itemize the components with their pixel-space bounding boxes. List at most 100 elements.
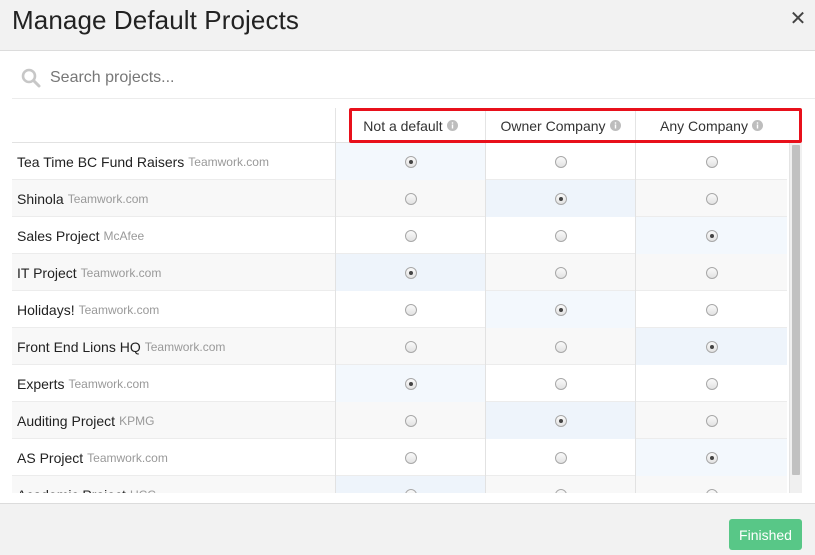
default-option-radio[interactable] bbox=[404, 229, 417, 242]
option-cell bbox=[635, 254, 787, 291]
project-name-cell: Sales Project McAfee bbox=[12, 217, 335, 254]
default-option-radio[interactable] bbox=[705, 451, 718, 464]
option-cell bbox=[335, 476, 485, 493]
search-icon bbox=[21, 68, 41, 88]
default-option-radio[interactable] bbox=[554, 488, 567, 493]
project-name: Auditing Project bbox=[17, 412, 116, 429]
option-cell bbox=[635, 143, 787, 180]
table-row: Sales Project McAfee bbox=[12, 217, 787, 254]
project-name-cell: AS Project Teamwork.com bbox=[12, 439, 335, 476]
default-option-radio[interactable] bbox=[705, 266, 718, 279]
default-option-radio[interactable] bbox=[705, 192, 718, 205]
table-row: Holidays! Teamwork.com bbox=[12, 291, 787, 328]
dialog-footer: Finished bbox=[0, 503, 815, 555]
default-option-radio[interactable] bbox=[404, 414, 417, 427]
info-icon[interactable] bbox=[609, 120, 621, 131]
option-cell bbox=[335, 439, 485, 476]
scrollbar-thumb[interactable] bbox=[792, 145, 800, 475]
default-option-radio[interactable] bbox=[554, 192, 567, 205]
default-option-radio[interactable] bbox=[404, 266, 417, 279]
option-cell bbox=[485, 254, 635, 291]
option-cell bbox=[635, 328, 787, 365]
finished-button[interactable]: Finished bbox=[729, 519, 802, 550]
project-name: Holidays! bbox=[17, 301, 75, 318]
column-header-any-company: Any Company bbox=[635, 108, 787, 143]
option-cell bbox=[485, 328, 635, 365]
option-cell bbox=[635, 365, 787, 402]
default-option-radio[interactable] bbox=[705, 414, 718, 427]
default-option-radio[interactable] bbox=[404, 340, 417, 353]
project-name-cell: Auditing Project KPMG bbox=[12, 402, 335, 439]
option-cell bbox=[335, 217, 485, 254]
dialog-title: Manage Default Projects bbox=[12, 5, 300, 35]
column-label: Not a default bbox=[363, 117, 443, 134]
option-cell bbox=[335, 365, 485, 402]
default-option-radio[interactable] bbox=[554, 155, 567, 168]
option-cell bbox=[335, 328, 485, 365]
default-option-radio[interactable] bbox=[554, 340, 567, 353]
project-company: UCC bbox=[130, 488, 156, 494]
project-name-cell: Holidays! Teamwork.com bbox=[12, 291, 335, 328]
option-cell bbox=[635, 439, 787, 476]
table-row: IT Project Teamwork.com bbox=[12, 254, 787, 291]
option-cell bbox=[485, 180, 635, 217]
default-option-radio[interactable] bbox=[404, 451, 417, 464]
search-input[interactable] bbox=[50, 64, 790, 92]
table-row: Experts Teamwork.com bbox=[12, 365, 787, 402]
default-option-radio[interactable] bbox=[554, 451, 567, 464]
project-name: AS Project bbox=[17, 449, 84, 466]
project-name-cell: Shinola Teamwork.com bbox=[12, 180, 335, 217]
default-option-radio[interactable] bbox=[404, 488, 417, 493]
option-cell bbox=[335, 254, 485, 291]
default-option-radio[interactable] bbox=[705, 303, 718, 316]
default-option-radio[interactable] bbox=[404, 192, 417, 205]
default-option-radio[interactable] bbox=[554, 229, 567, 242]
close-icon[interactable]: ✕ bbox=[789, 8, 807, 30]
default-option-radio[interactable] bbox=[554, 303, 567, 316]
info-icon[interactable] bbox=[751, 120, 763, 131]
project-name-cell: Experts Teamwork.com bbox=[12, 365, 335, 402]
default-option-radio[interactable] bbox=[554, 266, 567, 279]
option-cell bbox=[485, 143, 635, 180]
default-option-radio[interactable] bbox=[705, 155, 718, 168]
project-name: Sales Project bbox=[17, 227, 100, 244]
project-company: Teamwork.com bbox=[188, 154, 269, 169]
table-row: AS Project Teamwork.com bbox=[12, 439, 787, 476]
default-option-radio[interactable] bbox=[705, 229, 718, 242]
column-label: Any Company bbox=[660, 117, 748, 134]
default-option-radio[interactable] bbox=[404, 377, 417, 390]
default-option-radio[interactable] bbox=[705, 340, 718, 353]
project-company: Teamwork.com bbox=[144, 339, 226, 354]
project-company: Teamwork.com bbox=[78, 302, 160, 317]
option-cell bbox=[485, 439, 635, 476]
default-option-radio[interactable] bbox=[554, 377, 567, 390]
default-option-radio[interactable] bbox=[705, 377, 718, 390]
option-cell bbox=[635, 291, 787, 328]
option-cell bbox=[335, 291, 485, 328]
option-cell bbox=[485, 476, 635, 493]
project-name-cell: Front End Lions HQ Teamwork.com bbox=[12, 328, 335, 365]
table-row: Academic Project UCC bbox=[12, 476, 787, 493]
option-cell bbox=[635, 180, 787, 217]
default-option-radio[interactable] bbox=[404, 155, 417, 168]
default-option-radio[interactable] bbox=[705, 488, 718, 493]
project-name: Tea Time BC Fund Raisers bbox=[17, 153, 185, 170]
project-name: Academic Project bbox=[17, 487, 126, 494]
project-name: Front End Lions HQ bbox=[17, 338, 141, 355]
project-company: Teamwork.com bbox=[68, 376, 150, 391]
project-company: KPMG bbox=[119, 413, 155, 428]
project-name-cell: Academic Project UCC bbox=[12, 476, 335, 494]
table-row: Tea Time BC Fund Raisers Teamwork.com bbox=[12, 143, 787, 180]
default-option-radio[interactable] bbox=[404, 303, 417, 316]
info-icon[interactable] bbox=[446, 120, 458, 131]
project-name-cell: IT Project Teamwork.com bbox=[12, 254, 335, 291]
option-cell bbox=[485, 402, 635, 439]
option-cell bbox=[485, 291, 635, 328]
scrollbar[interactable] bbox=[789, 143, 802, 493]
table-row: Front End Lions HQ Teamwork.com bbox=[12, 328, 787, 365]
option-cell bbox=[335, 143, 485, 180]
project-name: Experts bbox=[17, 375, 65, 392]
default-option-radio[interactable] bbox=[554, 414, 567, 427]
project-company: McAfee bbox=[103, 228, 145, 243]
option-cell bbox=[335, 402, 485, 439]
